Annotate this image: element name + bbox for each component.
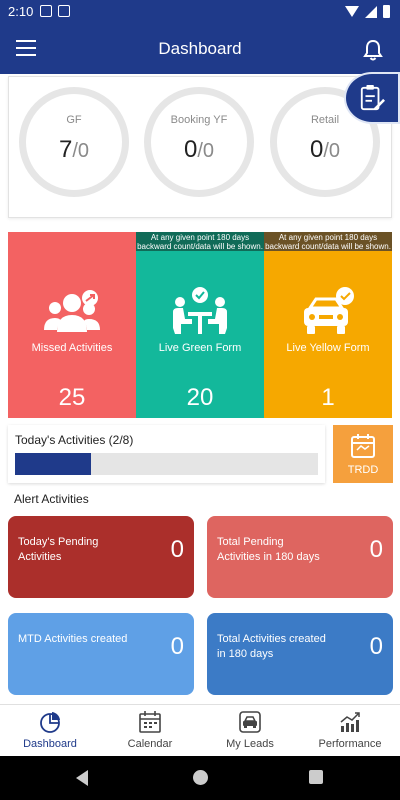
tile-live-yellow-form[interactable]: At any given point 180 days backward cou… bbox=[264, 232, 392, 418]
signal-icon bbox=[365, 5, 377, 18]
nav-label: My Leads bbox=[226, 738, 274, 750]
bell-icon[interactable] bbox=[362, 38, 384, 62]
trdd-label: TRDD bbox=[347, 464, 379, 476]
trdd-button[interactable]: TRDD bbox=[333, 425, 393, 483]
score-gf: GF 7/0 bbox=[19, 87, 129, 197]
nav-calendar[interactable]: Calendar bbox=[100, 705, 200, 757]
nav-my-leads[interactable]: My Leads bbox=[200, 705, 300, 757]
score-total: /0 bbox=[72, 140, 90, 162]
car-check-icon bbox=[304, 287, 354, 334]
todays-activities-title: Today's Activities (2/8) bbox=[15, 433, 134, 447]
performance-icon bbox=[340, 712, 360, 732]
alert-value: 0 bbox=[170, 536, 184, 563]
calendar-icon bbox=[139, 711, 161, 733]
group-users-icon bbox=[44, 290, 100, 332]
alert-value: 0 bbox=[369, 536, 383, 563]
alert-mtd-created[interactable]: MTD Activities created 0 bbox=[8, 613, 194, 695]
back-icon[interactable] bbox=[76, 770, 88, 786]
nav-label: Dashboard bbox=[23, 738, 77, 750]
tile-count: 1 bbox=[321, 384, 335, 411]
tile-label: Live Yellow Form bbox=[286, 342, 370, 354]
score-booking-yf: Booking YF 0/0 bbox=[144, 87, 254, 197]
score-value: 7 bbox=[58, 136, 73, 163]
dashboard-icon bbox=[40, 712, 60, 733]
status-bar: 2:10 bbox=[0, 0, 400, 24]
tile-note: At any given point 180 days backward cou… bbox=[264, 232, 392, 251]
app-bar: Dashboard bbox=[0, 24, 400, 74]
tile-label: Missed Activities bbox=[31, 342, 113, 354]
score-value: 0 bbox=[309, 136, 324, 163]
notification-icon bbox=[40, 5, 52, 17]
tile-count: 20 bbox=[186, 384, 214, 411]
nav-label: Calendar bbox=[127, 738, 173, 750]
battery-icon bbox=[383, 5, 390, 18]
score-label: GF bbox=[66, 114, 82, 126]
alert-label: Total Activities created in 180 days bbox=[217, 633, 326, 660]
alert-todays-pending[interactable]: Today's Pending Activities 0 bbox=[8, 516, 194, 598]
alert-label: MTD Activities created bbox=[18, 633, 128, 645]
nav-label: Performance bbox=[318, 738, 382, 750]
alert-label: Today's Pending Activities bbox=[18, 536, 99, 563]
clipboard-icon bbox=[360, 85, 385, 111]
alert-label: Total Pending Activities in 180 days bbox=[217, 536, 320, 563]
score-total: /0 bbox=[323, 140, 341, 162]
page-title: Dashboard bbox=[158, 39, 242, 58]
nav-performance[interactable]: Performance bbox=[300, 705, 400, 757]
meeting-icon bbox=[173, 287, 227, 334]
car-icon bbox=[239, 711, 261, 733]
home-icon[interactable] bbox=[193, 770, 208, 785]
score-label: Booking YF bbox=[170, 114, 228, 126]
recents-icon[interactable] bbox=[309, 770, 323, 784]
alert-value: 0 bbox=[369, 633, 383, 660]
clipboard-fab-button[interactable] bbox=[344, 72, 400, 124]
alert-activities-title: Alert Activities bbox=[14, 492, 89, 506]
sd-card-icon bbox=[58, 5, 70, 17]
bottom-nav: Dashboard Calendar My Leads Performance bbox=[0, 704, 400, 756]
tile-label: Live Green Form bbox=[158, 342, 242, 354]
tile-note: At any given point 180 days backward cou… bbox=[136, 232, 264, 251]
alert-total-created[interactable]: Total Activities created in 180 days 0 bbox=[207, 613, 393, 695]
wifi-icon bbox=[345, 6, 359, 17]
tile-note bbox=[8, 232, 136, 251]
alert-value: 0 bbox=[170, 633, 184, 660]
score-total: /0 bbox=[197, 140, 215, 162]
alert-total-pending[interactable]: Total Pending Activities in 180 days 0 bbox=[207, 516, 393, 598]
tile-count: 25 bbox=[58, 384, 86, 411]
calendar-icon bbox=[351, 434, 375, 458]
score-value: 0 bbox=[183, 136, 198, 163]
score-card: GF 7/0 Booking YF 0/0 Retail 0/0 bbox=[8, 76, 392, 218]
system-nav-bar bbox=[0, 756, 400, 800]
status-time: 2:10 bbox=[8, 4, 34, 19]
todays-activities-card[interactable]: Today's Activities (2/8) bbox=[8, 425, 325, 483]
tile-live-green-form[interactable]: At any given point 180 days backward cou… bbox=[136, 232, 264, 418]
progress-fill bbox=[15, 453, 91, 475]
tile-missed-activities[interactable]: Missed Activities 25 bbox=[8, 232, 136, 418]
todays-activities-progress bbox=[15, 453, 318, 475]
nav-dashboard[interactable]: Dashboard bbox=[0, 705, 100, 757]
